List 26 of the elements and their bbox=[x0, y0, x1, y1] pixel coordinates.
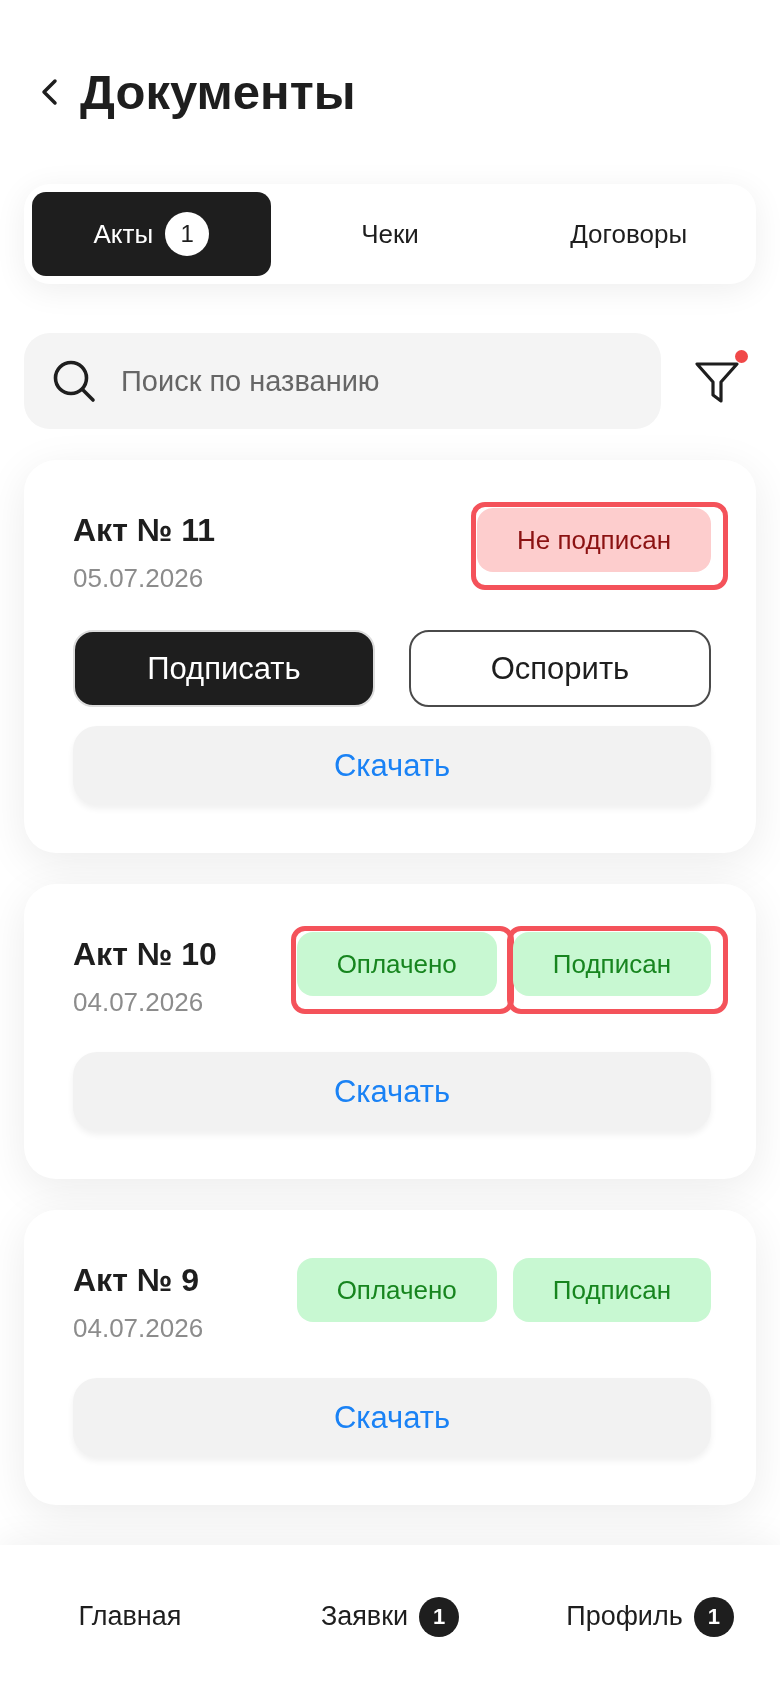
tab[interactable]: Чеки bbox=[270, 192, 510, 276]
tab[interactable]: Акты 1 bbox=[32, 192, 271, 276]
back-icon[interactable] bbox=[40, 78, 58, 106]
nav-item[interactable]: Профиль 1 bbox=[566, 1596, 734, 1637]
document-title: Акт № 10 bbox=[73, 936, 217, 972]
page-title: Документы bbox=[80, 64, 356, 120]
document-date: 04.07.2026 bbox=[73, 987, 205, 1017]
nav-item[interactable]: Главная bbox=[78, 1601, 182, 1632]
status-badge: Подписан bbox=[512, 932, 711, 996]
status-badge: Не подписан bbox=[476, 508, 711, 572]
document-date: 05.07.2026 bbox=[73, 563, 205, 593]
sign-button[interactable]: Подписать bbox=[73, 630, 375, 707]
status-badge: Оплачено bbox=[296, 1258, 497, 1322]
dispute-button[interactable]: Оспорить bbox=[409, 630, 711, 707]
count-badge: 1 bbox=[419, 1596, 460, 1637]
document-title: Акт № 11 bbox=[73, 512, 216, 548]
tab[interactable]: Договоры bbox=[509, 192, 748, 276]
count-badge: 1 bbox=[165, 212, 210, 256]
search-icon bbox=[52, 359, 96, 403]
count-badge: 1 bbox=[693, 1596, 734, 1637]
document-title: Акт № 9 bbox=[73, 1262, 201, 1298]
status-badge: Подписан bbox=[512, 1258, 711, 1322]
status-badge: Оплачено bbox=[296, 932, 497, 996]
nav-item[interactable]: Заявки 1 bbox=[320, 1596, 460, 1637]
search-field[interactable]: Поиск по названию bbox=[24, 333, 661, 429]
document-date: 04.07.2026 bbox=[73, 1313, 204, 1343]
